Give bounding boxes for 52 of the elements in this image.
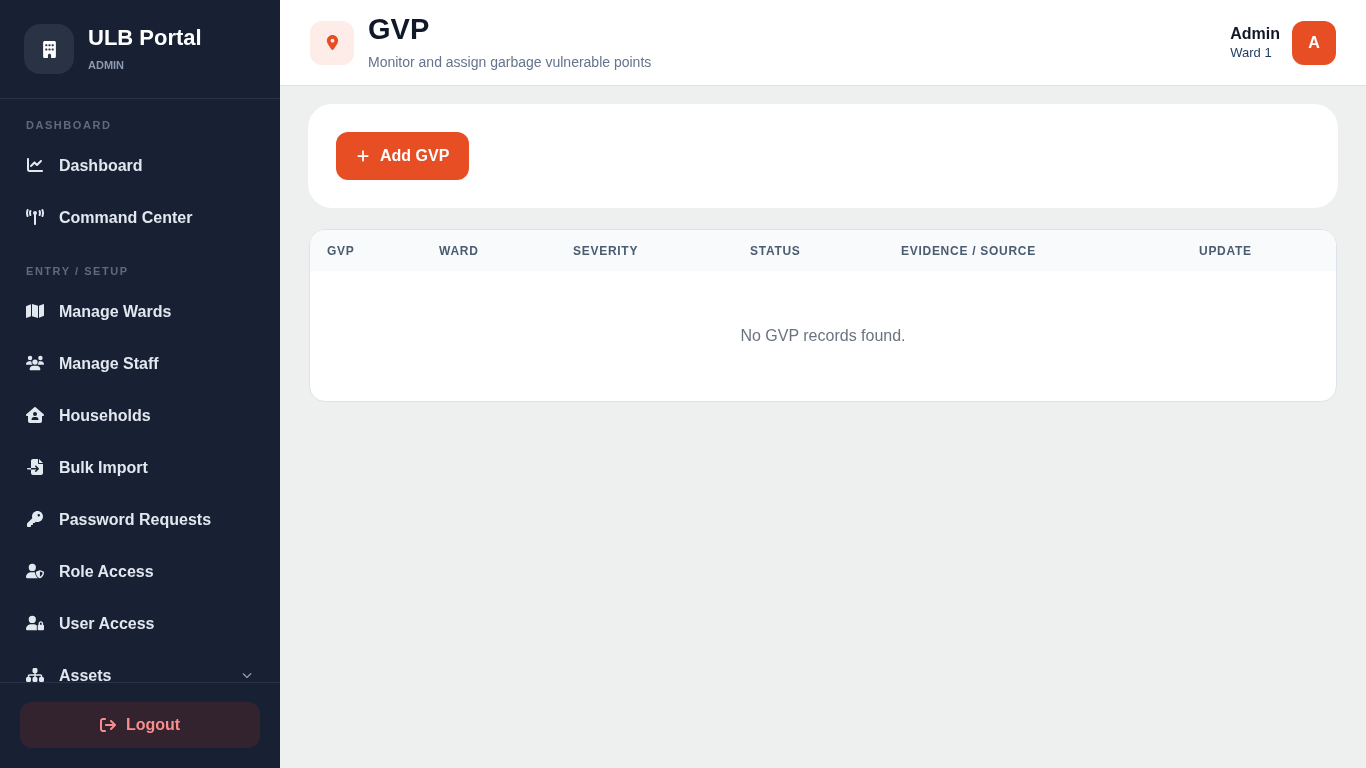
nav-item[interactable]: Bulk Import (20, 445, 260, 489)
broadcast-tower-icon (26, 209, 44, 225)
nav-label: Command Center (59, 209, 193, 225)
plus-icon (356, 149, 370, 163)
nav-item[interactable]: Role Access (20, 549, 260, 593)
page-subtitle: Monitor and assign garbage vulnerable points (368, 53, 652, 71)
nav-item[interactable]: Dashboard (20, 143, 260, 187)
location-pin-icon (310, 20, 354, 65)
logout-icon (99, 717, 116, 733)
people-icon (26, 355, 44, 371)
user-shield-icon (26, 563, 44, 579)
section-label: DASHBOARD (26, 118, 113, 133)
column-header: GVP (327, 242, 355, 260)
column-header: EVIDENCE / SOURCE (901, 242, 1036, 260)
logout-button[interactable]: Logout (20, 702, 260, 748)
nav-label: Bulk Import (59, 459, 148, 475)
nav-item[interactable]: Households (20, 393, 260, 437)
file-import-icon (26, 459, 44, 475)
nav-label: Manage Staff (59, 355, 159, 371)
nav-label: Dashboard (59, 157, 143, 173)
nav-item[interactable]: Assets (20, 653, 260, 682)
nav-item[interactable]: User Access (20, 601, 260, 645)
brand-subtitle: ADMIN (88, 58, 126, 72)
nav-item[interactable]: Manage Wards (20, 289, 260, 333)
user-name: Admin (1230, 24, 1280, 44)
column-header: UPDATE (1199, 242, 1252, 260)
nav-item[interactable]: Command Center (20, 195, 260, 239)
column-header: STATUS (750, 242, 801, 260)
empty-message: No GVP records found. (740, 326, 906, 346)
section-label: ENTRY / SETUP (26, 264, 130, 279)
nav-label: Households (59, 407, 151, 423)
chart-line-icon (26, 157, 44, 173)
nav-label: Password Requests (59, 511, 212, 527)
user-avatar[interactable]: A (1292, 20, 1336, 65)
nav-item[interactable]: Password Requests (20, 497, 260, 541)
add-gvp-button[interactable]: Add GVP (336, 132, 470, 180)
page-title: GVP (368, 12, 431, 46)
nav-label: Assets (59, 667, 112, 682)
column-header: SEVERITY (573, 242, 639, 260)
column-header: WARD (439, 242, 479, 260)
sitemap-icon (26, 667, 44, 682)
building-icon (24, 24, 74, 74)
nav-label: Role Access (59, 563, 154, 579)
key-icon (26, 511, 44, 527)
map-icon (26, 303, 44, 319)
house-user-icon (26, 407, 44, 423)
nav-item[interactable]: Manage Staff (20, 341, 260, 385)
user-lock-icon (26, 615, 44, 631)
nav-label: User Access (59, 615, 155, 631)
user-ward: Ward 1 (1230, 44, 1273, 61)
nav-label: Manage Wards (59, 303, 172, 319)
brand-title: ULB Portal (88, 25, 202, 51)
